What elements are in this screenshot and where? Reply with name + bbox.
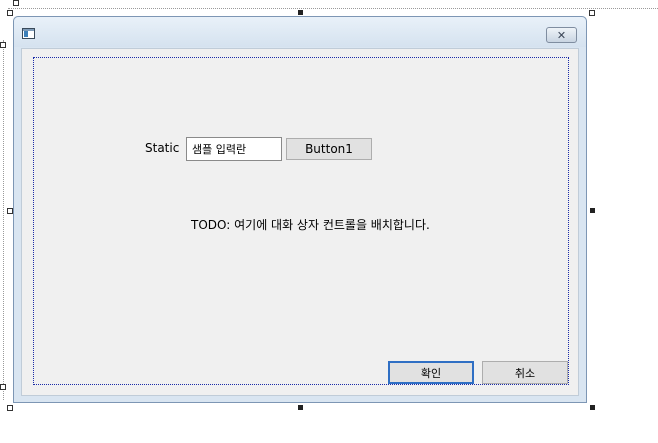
- close-button[interactable]: ✕: [546, 27, 577, 43]
- sample-input-field[interactable]: 샘플 입력란: [186, 137, 282, 161]
- dialog-client-area: Static 샘플 입력란 Button1 TODO: 여기에 대화 상자 컨트…: [21, 48, 579, 396]
- resize-handle-right[interactable]: [590, 208, 595, 213]
- resize-handle-top-left[interactable]: [7, 10, 13, 16]
- ok-button[interactable]: 확인: [388, 361, 474, 384]
- resize-handle-bottom-right[interactable]: [590, 405, 595, 410]
- resize-handle-top-right[interactable]: [589, 10, 595, 16]
- canvas-top-border: [8, 0, 658, 9]
- resize-handle-top-left-outer[interactable]: [13, 0, 19, 6]
- dialog-window[interactable]: ✕ Static 샘플 입력란 Button1 TODO: 여기에 대화 상자 …: [13, 16, 587, 403]
- resize-handle-top[interactable]: [298, 10, 303, 15]
- static-label: Static: [145, 141, 180, 155]
- resize-handle-left-outer[interactable]: [0, 42, 6, 48]
- button1[interactable]: Button1: [286, 138, 372, 160]
- todo-text: TODO: 여기에 대화 상자 컨트롤을 배치합니다.: [191, 218, 430, 232]
- cancel-button[interactable]: 취소: [482, 361, 568, 384]
- dialog-app-icon: [22, 28, 35, 39]
- resize-handle-bottom[interactable]: [298, 405, 303, 410]
- canvas-left-border: [3, 40, 5, 400]
- close-icon: ✕: [556, 28, 567, 42]
- title-bar[interactable]: ✕: [14, 17, 586, 47]
- resource-designer-canvas: ✕ Static 샘플 입력란 Button1 TODO: 여기에 대화 상자 …: [0, 0, 658, 443]
- resize-handle-bottom-left[interactable]: [7, 405, 13, 411]
- resize-handle-left-outer-bottom[interactable]: [0, 384, 6, 390]
